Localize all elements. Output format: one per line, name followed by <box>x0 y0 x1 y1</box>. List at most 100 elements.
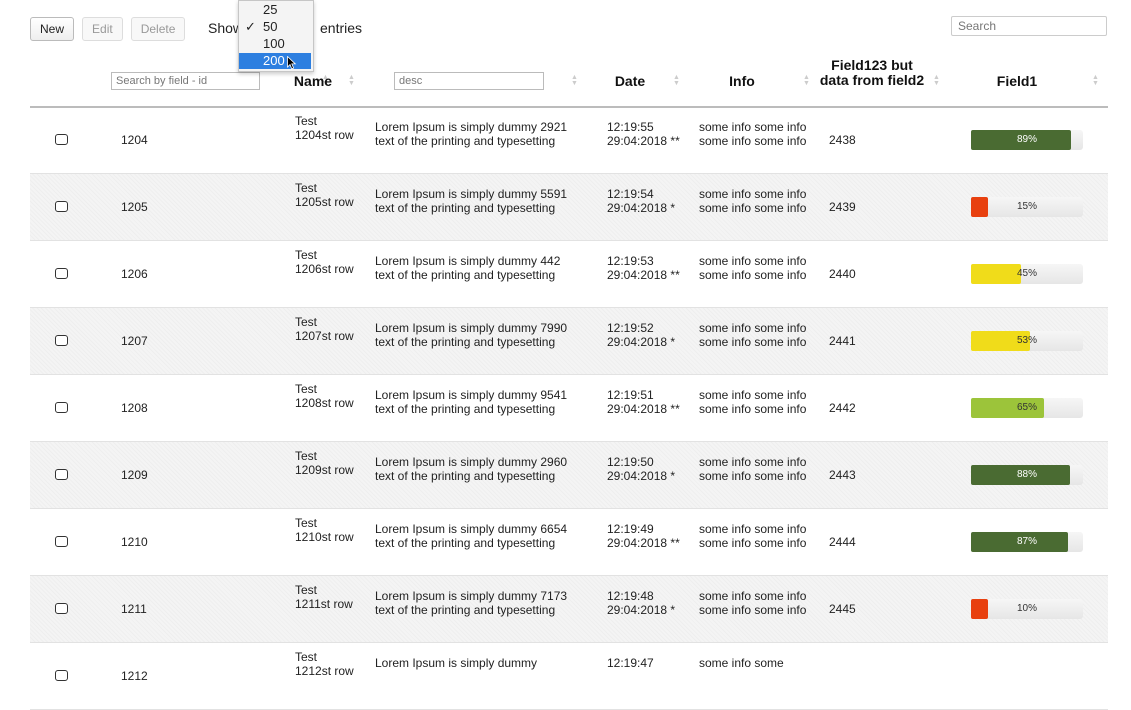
row-checkbox[interactable] <box>55 536 68 547</box>
cell-name: Test 1207st row <box>295 315 354 343</box>
cell-id: 1212 <box>121 669 148 683</box>
column-header-field2[interactable]: Field123 but data from field2 <box>815 58 929 88</box>
table-toolbar: New Edit Delete Show entries <box>30 16 362 42</box>
progress-bar: 88% <box>971 465 1083 485</box>
cell-name: Test 1209st row <box>295 449 354 477</box>
row-checkbox[interactable] <box>55 201 68 212</box>
cell-desc: Lorem Ipsum is simply dummy 2960 text of… <box>375 455 568 483</box>
row-checkbox[interactable] <box>55 134 68 145</box>
page-length-option-25[interactable]: 25 <box>239 2 311 18</box>
table-row[interactable]: 1209 Test 1209st row Lorem Ipsum is simply… <box>30 442 1108 509</box>
cell-date: 12:19:48 29:04:2018 * <box>607 589 676 617</box>
page-length-option-200[interactable]: 200 <box>239 53 311 69</box>
cell-desc: Lorem Ipsum is simply dummy 7173 text of… <box>375 589 568 617</box>
cell-date: 12:19:47 <box>607 656 654 670</box>
column-header-name[interactable]: Name <box>288 73 338 89</box>
cell-id: 1211 <box>121 602 147 616</box>
table-row[interactable]: 1207 Test 1207st row Lorem Ipsum is simply… <box>30 308 1108 375</box>
cell-date: 12:19:53 29:04:2018 ** <box>607 254 680 282</box>
cell-desc: Lorem Ipsum is simply dummy 2921 text of… <box>375 120 568 148</box>
progress-bar-label: 88% <box>1016 469 1037 480</box>
cell-info: some info some info some info some info <box>699 120 807 148</box>
id-filter-input[interactable] <box>111 72 260 90</box>
checkmark-icon: ✓ <box>245 19 256 34</box>
row-checkbox[interactable] <box>55 268 68 279</box>
sort-arrows-icon[interactable]: ▲ ▼ <box>673 74 680 87</box>
cell-field2: 2445 <box>829 602 856 616</box>
cell-date: 12:19:51 29:04:2018 ** <box>607 388 680 416</box>
progress-bar: 89% <box>971 130 1083 150</box>
cell-info: some info some info some info some info <box>699 388 807 416</box>
column-header-date[interactable]: Date <box>605 73 655 89</box>
search-input[interactable] <box>951 16 1107 36</box>
table-row[interactable]: 1211 Test 1211st row Lorem Ipsum is simply… <box>30 576 1108 643</box>
page-length-option-100[interactable]: 100 <box>239 36 311 52</box>
cell-desc: Lorem Ipsum is simply dummy 6654 text of… <box>375 522 568 550</box>
edit-button[interactable]: Edit <box>82 17 123 41</box>
table-row[interactable]: 1210 Test 1210st row Lorem Ipsum is simply… <box>30 509 1108 576</box>
progress-bar-label: 45% <box>1016 268 1037 279</box>
table-header: ▲▼ Name ▲▼ ▲▼ Date ▲▼ Info ▲▼ Field123 b… <box>30 58 1108 108</box>
sort-arrows-icon[interactable]: ▲ ▼ <box>348 74 355 87</box>
cell-name: Test 1212st row <box>295 650 354 678</box>
cell-field2: 2439 <box>829 200 856 214</box>
page-length-option-50[interactable]: ✓ 50 <box>239 19 311 35</box>
new-button[interactable]: New <box>30 17 75 41</box>
cell-info: some info some info some info some info <box>699 589 807 617</box>
cell-info: some info some info some info some info <box>699 187 807 215</box>
cell-info: some info some info some info some info <box>699 321 807 349</box>
table-row[interactable]: 1204 Test 1204st row Lorem Ipsum is simply… <box>30 107 1108 174</box>
mouse-cursor-icon <box>287 56 297 70</box>
cell-id: 1204 <box>121 133 148 147</box>
sort-arrows-icon[interactable]: ▲ ▼ <box>803 74 810 87</box>
row-checkbox[interactable] <box>55 335 68 346</box>
cell-date: 12:19:54 29:04:2018 * <box>607 187 676 215</box>
cell-name: Test 1208st row <box>295 382 354 410</box>
table-row[interactable]: 1206 Test 1206st row Lorem Ipsum is simply… <box>30 241 1108 308</box>
row-checkbox[interactable] <box>55 469 68 480</box>
page-length-dropdown[interactable]: 25 ✓ 50 100 200 <box>238 0 314 72</box>
cell-info: some info some info some info some info <box>699 455 807 483</box>
cell-id: 1205 <box>121 200 148 214</box>
progress-bar-label: 10% <box>1016 603 1037 614</box>
sort-arrows-icon[interactable]: ▲ ▼ <box>571 74 578 87</box>
progress-bar-label: 15% <box>1016 201 1037 212</box>
column-header-field1[interactable]: Field1 <box>977 73 1057 89</box>
table-row[interactable]: 1212 Test 1212st row Lorem Ipsum is simply… <box>30 643 1108 710</box>
cell-field2: 2440 <box>829 267 856 281</box>
cell-id: 1206 <box>121 267 148 281</box>
progress-bar: 45% <box>971 264 1083 284</box>
cell-name: Test 1211st row <box>295 583 353 611</box>
sort-arrows-icon[interactable]: ▲ ▼ <box>933 74 940 87</box>
delete-button[interactable]: Delete <box>130 17 186 41</box>
cell-date: 12:19:49 29:04:2018 ** <box>607 522 680 550</box>
cell-field2: 2442 <box>829 401 856 415</box>
row-checkbox[interactable] <box>55 402 68 413</box>
cell-field2: 2438 <box>829 133 856 147</box>
entries-label: entries <box>320 20 363 36</box>
cell-name: Test 1206st row <box>295 248 354 276</box>
cell-desc: Lorem Ipsum is simply dummy 442 text of … <box>375 254 561 282</box>
cell-name: Test 1210st row <box>295 516 354 544</box>
cell-name: Test 1205st row <box>295 181 354 209</box>
cell-field2: 2441 <box>829 334 856 348</box>
progress-bar-label: 87% <box>1016 536 1037 547</box>
progress-bar: 65% <box>971 398 1083 418</box>
cell-info: some info some <box>699 656 784 670</box>
progress-bar-label: 89% <box>1016 134 1037 145</box>
progress-bar-label: 65% <box>1016 402 1037 413</box>
desc-filter-input[interactable] <box>394 72 544 90</box>
progress-bar: 10% <box>971 599 1083 619</box>
row-checkbox[interactable] <box>55 670 68 681</box>
column-header-info[interactable]: Info <box>715 73 769 89</box>
cell-info: some info some info some info some info <box>699 522 807 550</box>
table-row[interactable]: 1208 Test 1208st row Lorem Ipsum is simply… <box>30 375 1108 442</box>
cell-desc: Lorem Ipsum is simply dummy <box>375 656 538 670</box>
table-row[interactable]: 1205 Test 1205st row Lorem Ipsum is simply… <box>30 174 1108 241</box>
progress-bar-label: 53% <box>1016 335 1037 346</box>
cell-date: 12:19:50 29:04:2018 * <box>607 455 676 483</box>
sort-arrows-icon[interactable]: ▲ ▼ <box>1092 74 1099 87</box>
row-checkbox[interactable] <box>55 603 68 614</box>
progress-bar: 15% <box>971 197 1083 217</box>
progress-bar: 53% <box>971 331 1083 351</box>
